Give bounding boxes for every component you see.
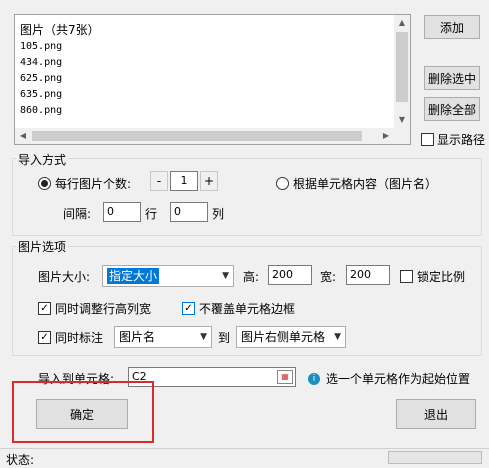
no-cover-border-label: 不覆盖单元格边框 (199, 302, 296, 316)
delete-selected-button[interactable]: 删除选中 (424, 66, 480, 90)
status-bar: 状态: (0, 448, 489, 467)
status-label: 状态: (6, 453, 35, 467)
per-row-label: 每行图片个数: (55, 177, 132, 191)
list-item[interactable]: 860.png (20, 103, 394, 119)
scroll-corner (394, 128, 410, 144)
no-cover-border-option[interactable]: ✓ 不覆盖单元格边框 (182, 300, 295, 317)
row-unit-label: 行 (145, 207, 158, 221)
scroll-up-icon[interactable]: ▲ (394, 15, 410, 31)
lock-ratio-option[interactable]: 锁定比例 (400, 268, 465, 285)
image-size-select[interactable]: 指定大小 ▼ (102, 265, 234, 287)
annotate-option[interactable]: ✓ 同时标注 (38, 329, 103, 346)
image-size-value: 指定大小 (107, 268, 160, 284)
annotate-target-value: 图片右侧单元格 (241, 330, 326, 344)
gap-label: 间隔: (63, 207, 92, 221)
chevron-down-icon: ▼ (334, 332, 341, 342)
col-unit-label: 列 (212, 207, 225, 221)
per-row-decrement-button[interactable]: - (150, 171, 168, 191)
import-mode-group (12, 158, 482, 236)
exit-button[interactable]: 退出 (396, 399, 476, 429)
list-item[interactable]: 635.png (20, 87, 394, 103)
annotate-label: 同时标注 (55, 331, 104, 345)
width-label: 宽: (320, 270, 337, 284)
vertical-scroll-thumb[interactable] (396, 32, 408, 102)
image-list-header: 图片（共7张） (20, 23, 100, 37)
annotate-target-select[interactable]: 图片右侧单元格 ▼ (236, 326, 346, 348)
scroll-left-icon[interactable]: ◀ (15, 128, 31, 144)
to-label: 到 (218, 331, 231, 345)
width-input[interactable]: 200 (346, 265, 390, 285)
list-item[interactable]: 105.png (20, 39, 394, 55)
per-row-option[interactable]: 每行图片个数: (38, 175, 131, 192)
image-list-items[interactable]: 105.png 434.png 625.png 635.png 860.png (20, 39, 394, 128)
chevron-down-icon: ▼ (200, 332, 207, 342)
image-options-title: 图片选项 (16, 238, 69, 255)
by-cell-label: 根据单元格内容（图片名） (293, 177, 438, 191)
info-icon: i (308, 372, 320, 385)
adjust-rowcol-label: 同时调整行高列宽 (55, 302, 152, 316)
progress-bar (388, 451, 482, 464)
no-cover-border-checkbox[interactable]: ✓ (182, 302, 195, 315)
add-button[interactable]: 添加 (424, 15, 480, 39)
list-item[interactable]: 625.png (20, 71, 394, 87)
horizontal-scroll-thumb[interactable] (32, 131, 362, 141)
highlight-box (12, 381, 154, 443)
lock-ratio-checkbox[interactable] (400, 270, 413, 283)
show-path-checkbox[interactable] (421, 133, 434, 146)
by-cell-radio[interactable] (276, 177, 289, 190)
annotate-checkbox[interactable]: ✓ (38, 331, 51, 344)
delete-all-button[interactable]: 删除全部 (424, 97, 480, 121)
row-gap-input[interactable]: 0 (103, 202, 141, 222)
target-hint-text: 选一个单元格作为起始位置 (326, 372, 471, 386)
chevron-down-icon: ▼ (222, 271, 229, 281)
per-row-increment-button[interactable]: + (200, 171, 218, 191)
horizontal-scrollbar[interactable]: ◀ ▶ (15, 128, 394, 144)
show-path-label: 显示路径 (437, 133, 486, 147)
height-input[interactable]: 200 (268, 265, 312, 285)
import-mode-title: 导入方式 (16, 151, 69, 168)
scroll-down-icon[interactable]: ▼ (394, 112, 410, 128)
show-path-option[interactable]: 显示路径 (421, 131, 485, 148)
lock-ratio-label: 锁定比例 (417, 270, 466, 284)
target-hint: i 选一个单元格作为起始位置 (308, 370, 470, 387)
per-row-input[interactable]: 1 (170, 171, 198, 191)
annotate-content-value: 图片名 (119, 330, 156, 344)
vertical-scrollbar[interactable]: ▲ ▼ (394, 15, 410, 128)
scroll-right-icon[interactable]: ▶ (378, 128, 394, 144)
by-cell-option[interactable]: 根据单元格内容（图片名） (276, 175, 437, 192)
adjust-rowcol-checkbox[interactable]: ✓ (38, 302, 51, 315)
range-picker-icon[interactable]: ▦ (277, 370, 293, 384)
list-item[interactable]: 434.png (20, 55, 394, 71)
image-list[interactable]: 图片（共7张） 105.png 434.png 625.png 635.png 860.… (14, 14, 411, 145)
image-size-label: 图片大小: (38, 270, 91, 284)
col-gap-input[interactable]: 0 (170, 202, 208, 222)
adjust-rowcol-option[interactable]: ✓ 同时调整行高列宽 (38, 300, 151, 317)
per-row-radio[interactable] (38, 177, 51, 190)
annotate-content-select[interactable]: 图片名 ▼ (114, 326, 212, 348)
height-label: 高: (243, 270, 260, 284)
